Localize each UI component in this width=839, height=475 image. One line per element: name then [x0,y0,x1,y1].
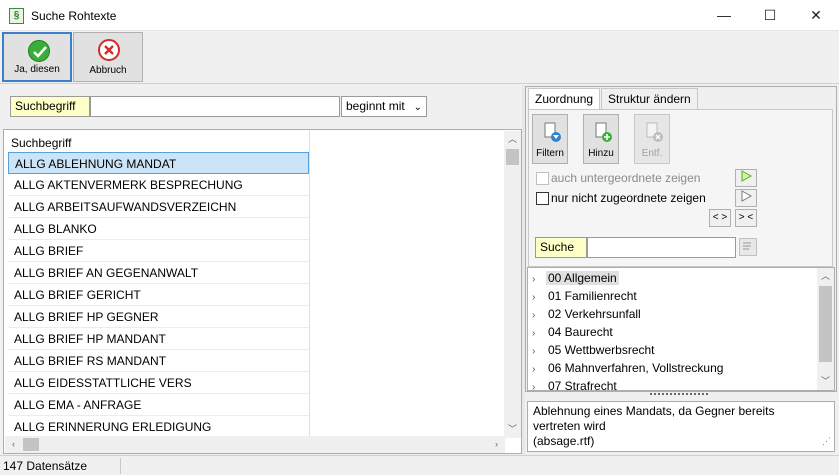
scroll-right-icon[interactable]: › [488,436,505,453]
search-input[interactable] [90,96,340,117]
list-item[interactable]: ALLG ARBEITSAUFWANDSVERZEICHN [8,196,309,218]
close-button[interactable]: ✕ [793,0,839,31]
list-item[interactable]: ALLG ABLEHNUNG MANDAT [8,152,309,174]
expand-button[interactable]: < > [709,209,731,227]
cancel-icon [98,39,120,61]
description-box: Ablehnung eines Mandats, da Gegner berei… [527,401,835,452]
tree-item-label: 04 Baurecht [548,325,613,339]
remove-icon [646,122,663,142]
tree-search-label: Suche [535,237,587,258]
app-icon: § [9,8,24,24]
list-item[interactable]: ALLG EMA - ANFRAGE [8,394,309,416]
window-title: Suche Rohtexte [31,9,117,23]
filter-button[interactable]: Filtern [532,114,568,164]
search-mode-value: beginnt mit [346,99,405,113]
tree-item-label: 05 Wettbwerbsrecht [548,343,655,357]
tree-item[interactable]: › 01 Familienrecht [532,287,639,305]
checkbox-subordinate-label: auch untergeordnete zeigen [551,171,701,185]
maximize-button[interactable]: ☐ [747,0,793,31]
status-bar: 147 Datensätze [0,455,839,475]
checkmark-icon [28,40,50,62]
list-item[interactable]: ALLG EIDESSTATTLICHE VERS [8,372,309,394]
list-item[interactable]: ALLG BRIEF RS MANDANT [8,350,309,372]
tree-item[interactable]: › 00 Allgemein [532,269,619,287]
list-item[interactable]: ALLG ERINNERUNG ERLEDIGUNG [8,416,309,438]
tree-search-input[interactable] [587,237,736,258]
tree-item[interactable]: › 06 Mahnverfahren, Vollstreckung [532,359,725,377]
play-button[interactable] [735,189,757,207]
collapse-button[interactable]: > < [735,209,757,227]
tree-vertical-scrollbar[interactable]: ︿ ﹀ [817,268,834,390]
results-list[interactable]: Suchbegriff ALLG ABLEHNUNG MANDAT ALLG AK… [3,129,522,454]
list-item[interactable]: ALLG BRIEF HP GEGNER [8,306,309,328]
scroll-thumb[interactable] [506,149,519,165]
scroll-left-icon[interactable]: ‹ [5,436,22,453]
status-divider [120,458,121,474]
list-item[interactable]: ALLG BRIEF [8,240,309,262]
chevron-down-icon: ⌄ [413,102,422,113]
minimize-button[interactable]: — [701,0,747,31]
list-item[interactable]: ALLG BRIEF HP MANDANT [8,328,309,350]
chevron-right-icon[interactable]: › [532,379,546,397]
scroll-up-icon[interactable]: ︿ [504,131,521,148]
tree-scroll-up-icon[interactable]: ︿ [817,268,834,285]
title-bar: § Suche Rohtexte — ☐ ✕ [0,0,839,31]
ok-button[interactable]: Ja, diesen [2,32,72,82]
vertical-scrollbar[interactable]: ︿ ﹀ [504,131,521,438]
hscroll-thumb[interactable] [23,438,39,451]
search-label: Suchbegriff [10,96,90,117]
tree-item[interactable]: › 02 Verkehrsunfall [532,305,643,323]
remove-button[interactable]: Entf. [634,114,670,164]
resize-grip-icon[interactable]: ⋰ [822,434,831,449]
list-item[interactable]: ALLG AKTENVERMERK BESPRECHUNG [8,174,309,196]
tree-item-label: 06 Mahnverfahren, Vollstreckung [548,361,724,375]
tree-item-label: 01 Familienrecht [548,289,637,303]
filter-button-label: Filtern [536,148,564,159]
tab-struktur[interactable]: Struktur ändern [601,88,698,109]
checkbox-unassigned-label: nur nicht zugeordnete zeigen [551,191,706,205]
tree-item[interactable]: › 04 Baurecht [532,323,615,341]
scroll-down-icon[interactable]: ﹀ [504,421,521,438]
tree-item[interactable]: › 05 Wettbwerbsrecht [532,341,657,359]
tree-item-label: 00 Allgemein [546,271,619,285]
list-item[interactable]: ALLG BRIEF AN GEGENANWALT [8,262,309,284]
tree-search-button[interactable] [739,238,757,256]
play-icon [741,190,753,202]
tree-item-label: 07 Strafrecht [548,379,617,393]
list-search-icon [743,242,751,250]
checkbox-subordinate[interactable] [536,172,549,185]
add-icon [595,122,612,142]
list-item[interactable]: ALLG BLANKO [8,218,309,240]
ok-button-label: Ja, diesen [14,64,60,75]
tree-item-label: 02 Verkehrsunfall [548,307,641,321]
description-line-1: Ablehnung eines Mandats, da Gegner berei… [533,404,775,418]
category-tree[interactable]: › 00 Allgemein › 01 Familienrecht › 02 Verkeh… [527,267,835,393]
cancel-button-label: Abbruch [89,65,127,76]
tree-item[interactable]: › 07 Strafrecht [532,377,619,395]
column-divider [309,130,310,438]
add-button[interactable]: Hinzu [583,114,619,164]
tree-scroll-thumb[interactable] [819,286,832,362]
play-green-icon [741,170,753,182]
add-button-label: Hinzu [588,148,614,159]
tab-zuordnung[interactable]: Zuordnung [528,88,601,109]
description-line-2: vertreten wird [533,419,606,433]
tree-scroll-down-icon[interactable]: ﹀ [817,373,834,390]
list-item[interactable]: ALLG BRIEF GERICHT [8,284,309,306]
column-header[interactable]: Suchbegriff [11,134,72,152]
cancel-button[interactable]: Abbruch [73,32,143,82]
toolbar: Ja, diesen Abbruch [0,31,839,84]
description-line-3: (absage.rtf) [533,434,595,448]
checkbox-unassigned[interactable] [536,192,549,205]
horizontal-scrollbar[interactable]: ‹ › [5,436,505,453]
remove-button-label: Entf. [641,148,663,159]
search-mode-select[interactable]: beginnt mit ⌄ [341,96,427,117]
play-green-button[interactable] [735,169,757,187]
filter-icon [544,122,561,142]
record-count: 147 Datensätze [3,459,88,473]
vertical-splitter-grip[interactable] [650,393,708,399]
